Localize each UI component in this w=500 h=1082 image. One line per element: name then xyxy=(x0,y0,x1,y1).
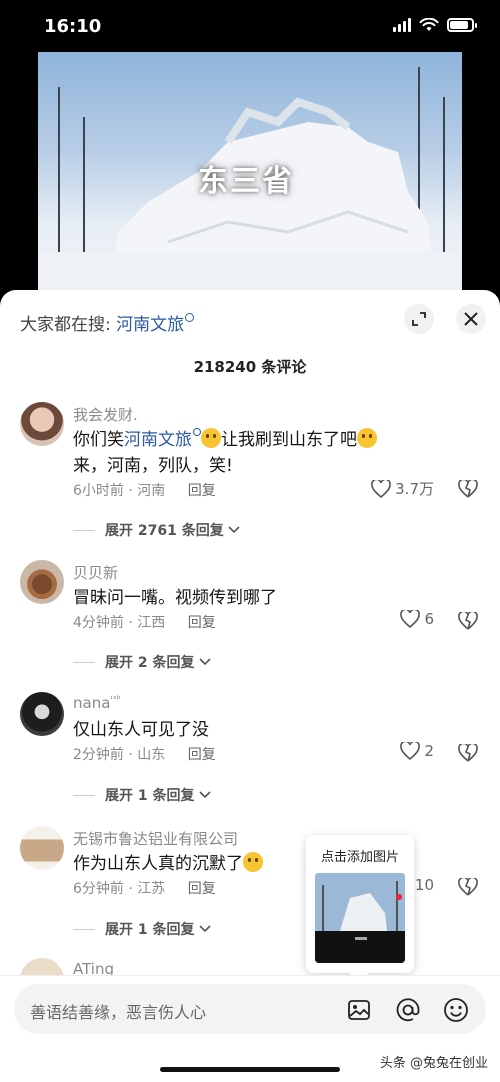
reply-button[interactable]: 回复 xyxy=(188,483,216,499)
comment-author[interactable]: 贝贝新 xyxy=(73,562,118,583)
reply-button[interactable]: 回复 xyxy=(188,615,216,631)
image-thumbnail[interactable] xyxy=(315,873,405,963)
avatar[interactable] xyxy=(20,692,64,736)
comment-author[interactable]: 我会发财. xyxy=(73,404,138,425)
search-icon xyxy=(193,428,201,436)
dislike-heart-icon[interactable] xyxy=(458,480,478,498)
heart-icon xyxy=(371,479,392,498)
expand-button[interactable] xyxy=(404,304,434,334)
laughing-emoji-icon xyxy=(243,852,263,872)
dislike-heart-icon[interactable] xyxy=(458,878,478,896)
comment-author[interactable]: nanaᶦˣᵇ xyxy=(73,694,121,712)
search-prefix: 大家都在搜: xyxy=(20,315,111,335)
reply-button[interactable]: 回复 xyxy=(188,747,216,763)
comment-keyword-link[interactable]: 河南文旅 xyxy=(124,430,192,450)
home-indicator[interactable] xyxy=(160,1067,340,1072)
watermark: 头条 @兔兔在创业 xyxy=(379,1056,488,1071)
screenshot-thumbnail-image xyxy=(315,873,405,963)
comment-text: 冒昧问一嘴。视频传到哪了 xyxy=(73,588,277,608)
comment-text: 仅山东人可见了没 xyxy=(73,720,209,740)
dislike-heart-icon[interactable] xyxy=(458,744,478,762)
mention-button[interactable] xyxy=(395,997,421,1023)
status-bar: 16:10 xyxy=(0,0,500,54)
comment-input-placeholder: 善语结善缘，恶言伤人心 xyxy=(30,1003,207,1022)
heart-icon xyxy=(400,742,421,760)
status-time: 16:10 xyxy=(44,16,102,37)
smiley-icon xyxy=(444,998,468,1022)
chevron-down-icon xyxy=(198,925,211,933)
expand-replies-button[interactable]: 展开 2 条回复 xyxy=(73,652,211,672)
image-button[interactable] xyxy=(346,997,372,1023)
grin-emoji-icon xyxy=(357,428,377,448)
expand-replies-button[interactable]: 展开 2761 条回复 xyxy=(73,520,240,540)
emoji-button[interactable] xyxy=(443,997,469,1023)
like-count: 2 xyxy=(424,742,434,760)
chevron-down-icon xyxy=(198,658,211,666)
chevron-down-icon xyxy=(228,526,240,534)
chevron-down-icon xyxy=(198,791,211,799)
add-image-popup[interactable]: 点击添加图片 xyxy=(306,835,414,973)
video-player[interactable]: 东三省 xyxy=(38,52,462,297)
comment-meta: 4分钟前 · 江西 回复 xyxy=(73,615,216,631)
cellular-signal-icon xyxy=(393,18,411,32)
avatar[interactable] xyxy=(20,826,64,870)
reply-button[interactable]: 回复 xyxy=(188,881,216,897)
like-button[interactable]: 3.7万 xyxy=(371,478,434,499)
comment-author[interactable]: 无锡市鲁达铝业有限公司 xyxy=(73,828,238,849)
search-keyword-link[interactable]: 河南文旅 xyxy=(116,315,184,335)
comment-text: 你们笑河南文旅 让我刷到山东了吧 来，河南，列队，笑! xyxy=(73,427,433,479)
like-count: 10 xyxy=(414,876,434,894)
comment-input[interactable]: 善语结善缘，恶言伤人心 xyxy=(14,984,486,1034)
trending-search[interactable]: 大家都在搜: 河南文旅 xyxy=(20,310,195,335)
close-button[interactable] xyxy=(456,304,486,334)
heart-icon xyxy=(400,610,421,628)
comment-input-bar: 善语结善缘，恶言伤人心 头条 @兔兔在创业 xyxy=(0,975,500,1082)
image-icon xyxy=(348,1000,370,1020)
like-button[interactable]: 10 xyxy=(415,876,434,894)
avatar[interactable] xyxy=(20,402,64,446)
comment-meta: 6小时前 · 河南 回复 xyxy=(73,483,216,499)
like-count: 3.7万 xyxy=(395,480,434,498)
like-button[interactable]: 6 xyxy=(400,610,434,628)
status-icons xyxy=(393,18,477,32)
expand-replies-button[interactable]: 展开 1 条回复 xyxy=(73,919,211,939)
comment-sheet: 大家都在搜: 河南文旅 218240 条评论 我会发财. 你们笑河南文旅 让我刷到… xyxy=(0,290,500,1082)
comment-count-title: 218240 条评论 xyxy=(193,358,307,376)
add-image-label: 点击添加图片 xyxy=(320,850,399,865)
wifi-icon xyxy=(419,18,439,31)
expand-replies-button[interactable]: 展开 1 条回复 xyxy=(73,785,211,805)
search-icon xyxy=(185,313,195,322)
smirk-emoji-icon xyxy=(201,428,221,448)
comment-meta: 2分钟前 · 山东 回复 xyxy=(73,747,216,763)
battery-icon xyxy=(447,18,477,32)
close-icon xyxy=(464,312,478,326)
video-overlay-title: 东三省 xyxy=(198,164,294,199)
comment-meta: 6分钟前 · 江苏 回复 xyxy=(73,881,216,897)
like-button[interactable]: 2 xyxy=(400,742,434,760)
avatar[interactable] xyxy=(20,560,64,604)
like-count: 6 xyxy=(424,610,434,628)
expand-icon xyxy=(412,312,426,326)
dislike-heart-icon[interactable] xyxy=(458,612,478,630)
at-icon xyxy=(396,998,420,1022)
